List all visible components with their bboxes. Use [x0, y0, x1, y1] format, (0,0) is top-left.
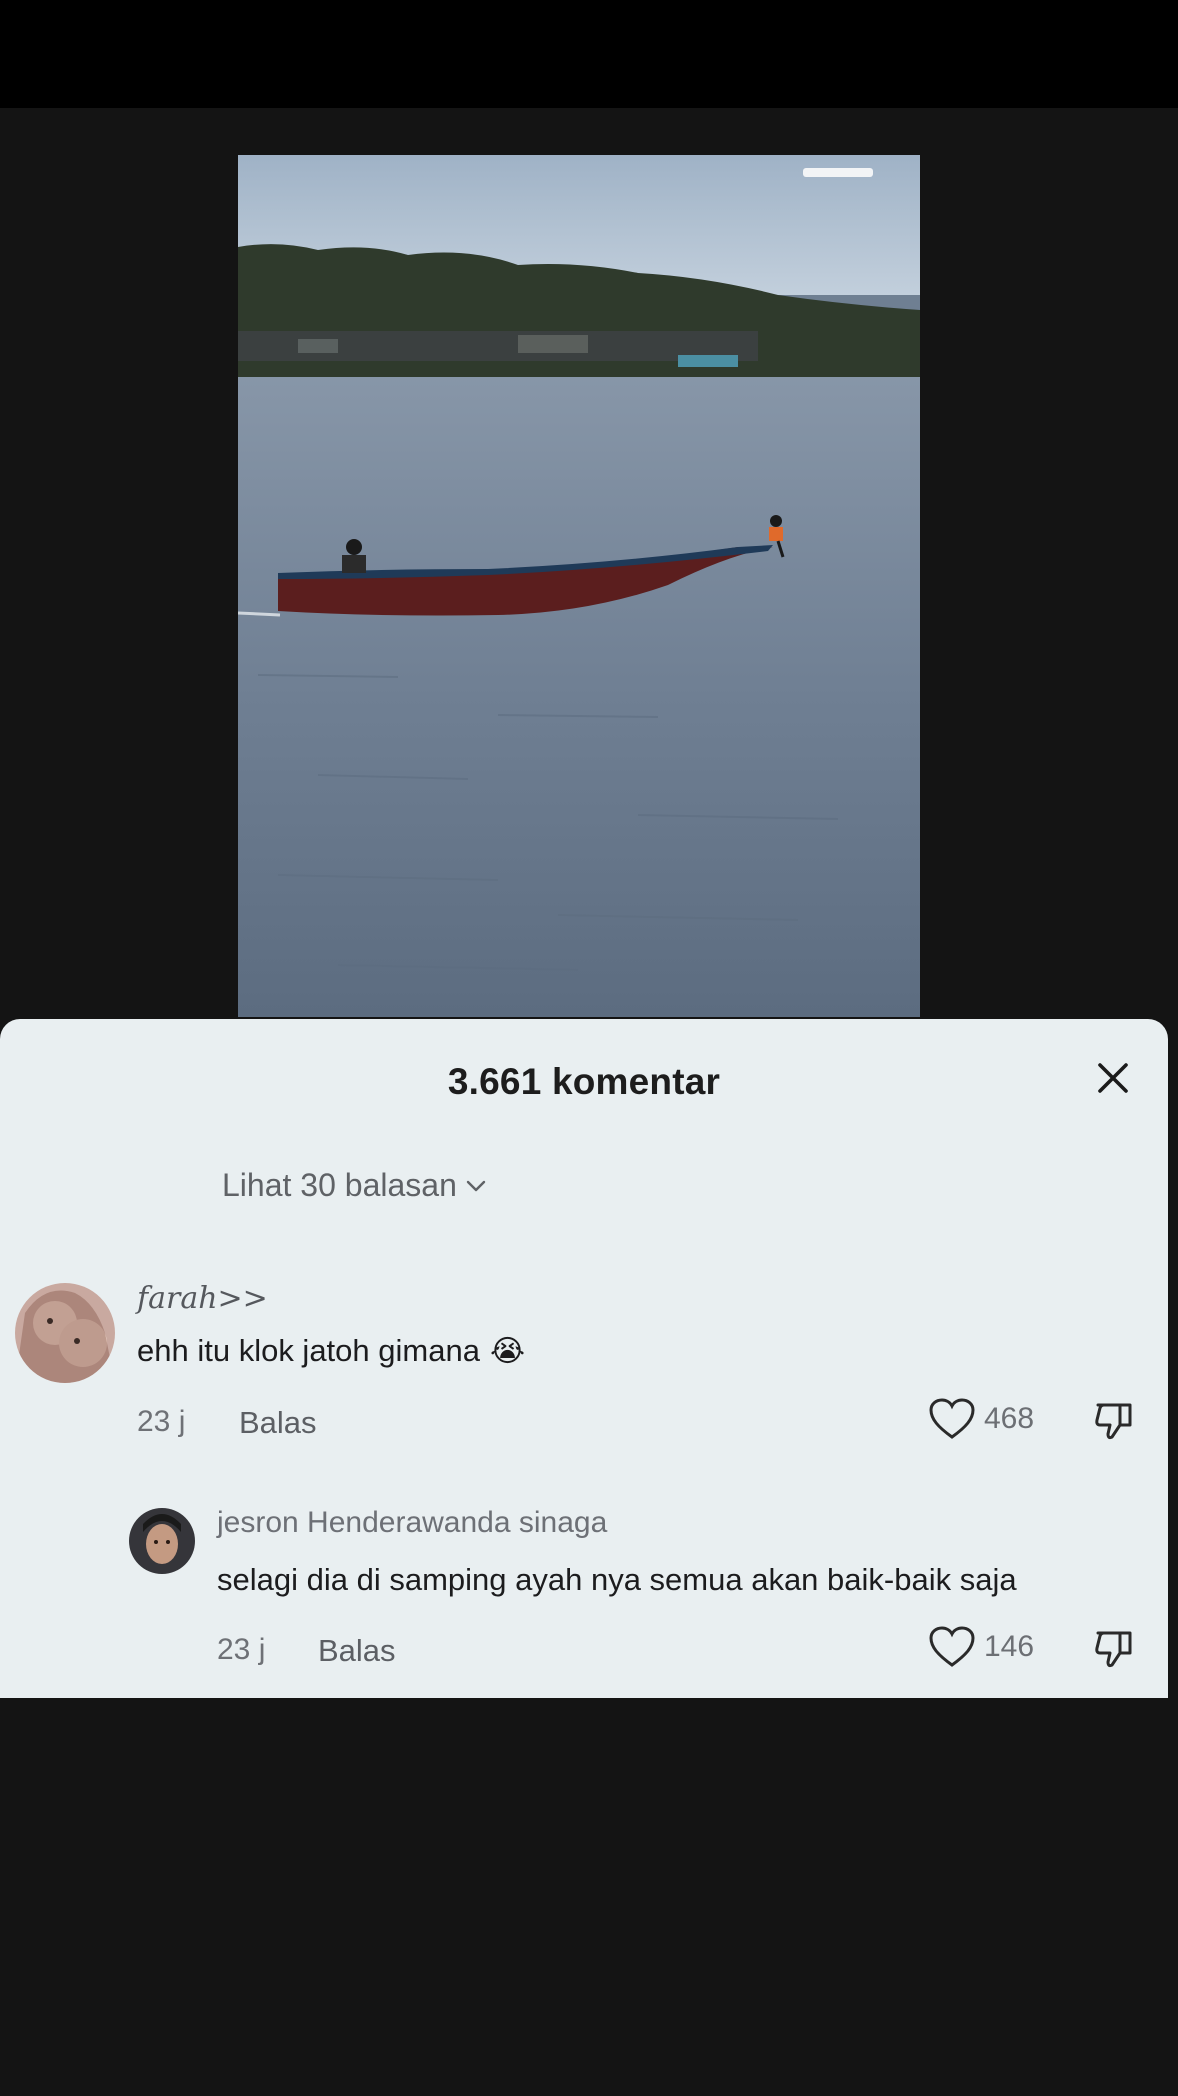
comment-username[interactable]: farah>> [137, 1281, 268, 1316]
top-bar [0, 0, 1178, 108]
dislike-button[interactable] [1092, 1399, 1136, 1448]
crying-emoji-icon: 😭 [489, 1334, 525, 1368]
video-frame [238, 155, 920, 1017]
view-replies-label: Lihat 30 balasan [222, 1167, 457, 1203]
close-button[interactable] [1090, 1055, 1136, 1101]
avatar[interactable] [15, 1283, 115, 1383]
video-player[interactable] [238, 155, 920, 1017]
comments-count-title: 3.661 komentar [447, 1061, 721, 1102]
like-button[interactable]: 468 [928, 1397, 1034, 1441]
comment-time: 23 j [137, 1405, 186, 1438]
close-icon [1098, 1063, 1128, 1093]
avatar[interactable] [129, 1508, 195, 1574]
thumbs-down-icon [1095, 1403, 1132, 1440]
comment-username[interactable]: jesron Henderawanda sinaga [217, 1506, 607, 1540]
like-count: 468 [984, 1402, 1035, 1435]
comment-text: selagi dia di samping ayah nya semua aka… [217, 1562, 1017, 1597]
dislike-button[interactable] [1092, 1627, 1136, 1676]
like-count: 146 [984, 1630, 1035, 1663]
video-progress-indicator [803, 168, 873, 177]
comments-sheet: 3.661 komentar Lihat 30 balasan farah>> … [0, 1019, 1168, 1698]
chevron-down-icon [466, 1180, 486, 1191]
like-button[interactable]: 146 [928, 1625, 1034, 1669]
thumbs-down-icon [1095, 1631, 1132, 1668]
reply-button[interactable]: Balas [318, 1633, 396, 1669]
reply-button[interactable]: Balas [239, 1405, 317, 1441]
comment-time: 23 j [217, 1633, 266, 1666]
heart-icon [929, 1626, 975, 1667]
view-replies-link[interactable]: Lihat 30 balasan [222, 1167, 487, 1204]
heart-icon [929, 1398, 975, 1439]
comment-text: ehh itu klok jatoh gimana 😭 [137, 1333, 525, 1368]
